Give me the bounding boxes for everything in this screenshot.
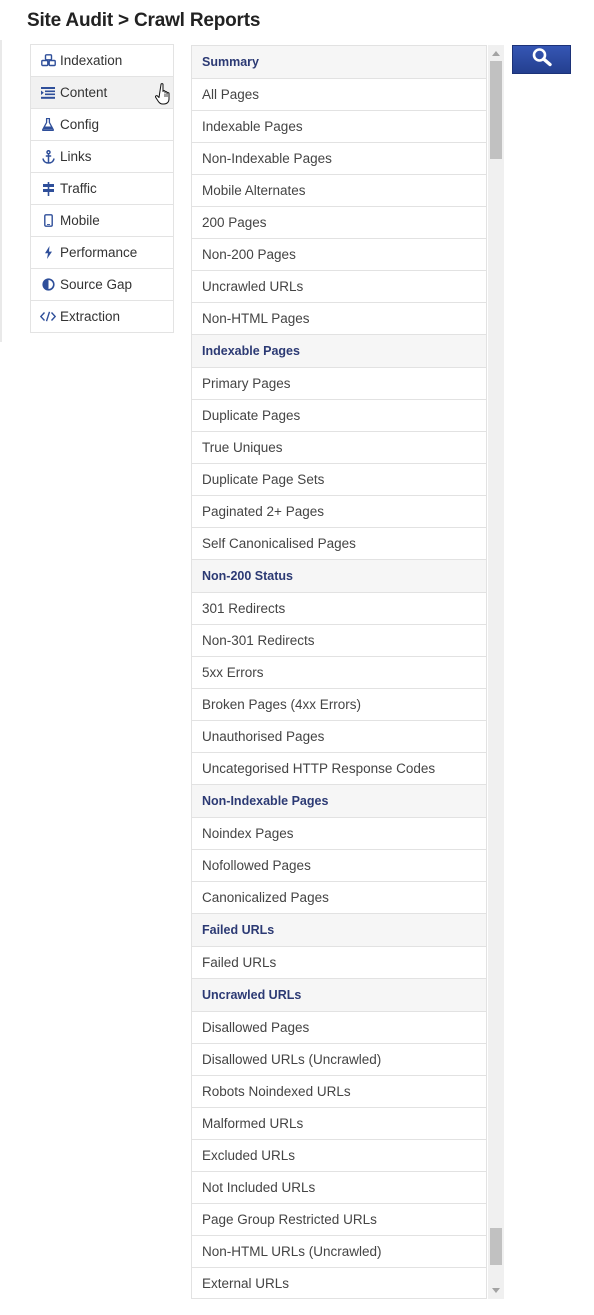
code-icon xyxy=(40,311,56,322)
sidebar-item-label: Extraction xyxy=(60,309,121,324)
report-list: Summary All Pages Indexable Pages Non-Index… xyxy=(191,45,487,1299)
report-link[interactable]: Nofollowed Pages xyxy=(191,849,487,881)
section-header: Non-Indexable Pages xyxy=(191,784,487,817)
anchor-icon xyxy=(40,149,56,164)
sidebar-item-content[interactable]: Content xyxy=(30,76,174,108)
signpost-icon xyxy=(40,181,56,196)
report-link[interactable]: Non-200 Pages xyxy=(191,238,487,270)
category-sidebar: Indexation Content Config Links Traffic Mobil… xyxy=(30,44,174,333)
report-link[interactable]: Robots Noindexed URLs xyxy=(191,1075,487,1107)
report-link[interactable]: All Pages xyxy=(191,78,487,110)
report-link[interactable]: Paginated 2+ Pages xyxy=(191,495,487,527)
sidebar-item-indexation[interactable]: Indexation xyxy=(30,44,174,76)
report-link[interactable]: Non-HTML URLs (Uncrawled) xyxy=(191,1235,487,1267)
scroll-thumb[interactable] xyxy=(490,1228,502,1265)
sidebar-item-extraction[interactable]: Extraction xyxy=(30,300,174,333)
left-border xyxy=(0,40,2,342)
report-link[interactable]: 301 Redirects xyxy=(191,592,487,624)
bolt-icon xyxy=(40,246,56,259)
section-header: Indexable Pages xyxy=(191,334,487,367)
scroll-down-arrow-icon[interactable] xyxy=(492,1288,500,1293)
report-list-scrollbar[interactable] xyxy=(488,45,504,1299)
report-link[interactable]: Unauthorised Pages xyxy=(191,720,487,752)
sidebar-item-links[interactable]: Links xyxy=(30,140,174,172)
hand-cursor-icon xyxy=(155,83,170,105)
report-link[interactable]: Malformed URLs xyxy=(191,1107,487,1139)
report-link[interactable]: Duplicate Page Sets xyxy=(191,463,487,495)
section-header: Non-200 Status xyxy=(191,559,487,592)
report-link[interactable]: Primary Pages xyxy=(191,367,487,399)
report-link[interactable]: Self Canonicalised Pages xyxy=(191,527,487,559)
sidebar-item-traffic[interactable]: Traffic xyxy=(30,172,174,204)
report-link[interactable]: Duplicate Pages xyxy=(191,399,487,431)
flask-icon xyxy=(40,118,56,131)
sidebar-item-performance[interactable]: Performance xyxy=(30,236,174,268)
sidebar-item-source-gap[interactable]: Source Gap xyxy=(30,268,174,300)
report-link[interactable]: Non-Indexable Pages xyxy=(191,142,487,174)
report-link[interactable]: Non-HTML Pages xyxy=(191,302,487,334)
sidebar-item-label: Mobile xyxy=(60,213,100,228)
report-link[interactable]: Non-301 Redirects xyxy=(191,624,487,656)
scroll-thumb[interactable] xyxy=(490,61,502,159)
sidebar-item-label: Links xyxy=(60,149,92,164)
section-header: Uncrawled URLs xyxy=(191,978,487,1011)
scroll-up-arrow-icon[interactable] xyxy=(492,51,500,56)
sidebar-item-label: Config xyxy=(60,117,100,132)
report-link[interactable]: Page Group Restricted URLs xyxy=(191,1203,487,1235)
report-link[interactable]: Uncategorised HTTP Response Codes xyxy=(191,752,487,784)
sidebar-item-label: Performance xyxy=(60,245,138,260)
half-circle-icon xyxy=(40,278,56,291)
sidebar-item-label: Source Gap xyxy=(60,277,133,292)
mobile-icon xyxy=(40,214,56,227)
search-button[interactable] xyxy=(512,45,571,74)
report-link[interactable]: Failed URLs xyxy=(191,946,487,978)
text-list-icon xyxy=(40,86,56,99)
report-link[interactable]: Uncrawled URLs xyxy=(191,270,487,302)
report-link[interactable]: 5xx Errors xyxy=(191,656,487,688)
page-title: Site Audit > Crawl Reports xyxy=(27,10,261,31)
report-link[interactable]: Disallowed URLs (Uncrawled) xyxy=(191,1043,487,1075)
report-link[interactable]: Canonicalized Pages xyxy=(191,881,487,913)
report-link[interactable]: Excluded URLs xyxy=(191,1139,487,1171)
sidebar-item-mobile[interactable]: Mobile xyxy=(30,204,174,236)
sidebar-item-config[interactable]: Config xyxy=(30,108,174,140)
section-header: Failed URLs xyxy=(191,913,487,946)
sidebar-item-label: Content xyxy=(60,85,108,100)
report-link[interactable]: Disallowed Pages xyxy=(191,1011,487,1043)
report-link[interactable]: True Uniques xyxy=(191,431,487,463)
report-link[interactable]: Indexable Pages xyxy=(191,110,487,142)
report-link[interactable]: Not Included URLs xyxy=(191,1171,487,1203)
report-link[interactable]: 200 Pages xyxy=(191,206,487,238)
report-link[interactable]: External URLs xyxy=(191,1267,487,1299)
cubes-icon xyxy=(40,54,56,67)
report-link[interactable]: Noindex Pages xyxy=(191,817,487,849)
sidebar-item-label: Indexation xyxy=(60,53,123,68)
section-header: Summary xyxy=(191,45,487,78)
sidebar-item-label: Traffic xyxy=(60,181,97,196)
report-link[interactable]: Mobile Alternates xyxy=(191,174,487,206)
search-icon xyxy=(531,47,553,72)
report-link[interactable]: Broken Pages (4xx Errors) xyxy=(191,688,487,720)
